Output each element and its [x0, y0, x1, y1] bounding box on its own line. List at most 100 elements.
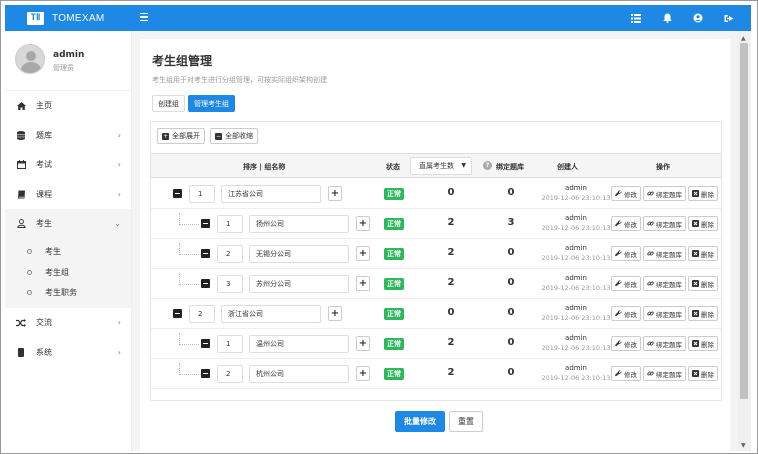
add-child-button[interactable]: + — [328, 186, 342, 201]
group-name-input[interactable]: 浙江省公司 — [221, 305, 321, 323]
add-child-button[interactable]: + — [356, 336, 370, 351]
help-icon[interactable]: ? — [483, 161, 492, 170]
delete-button[interactable]: 删除 — [688, 276, 718, 291]
creator-name: admin — [565, 364, 587, 372]
bind-bank-button[interactable]: 绑定题库 — [643, 216, 686, 231]
sort-input[interactable]: 2 — [217, 245, 243, 263]
list-icon[interactable] — [630, 12, 642, 24]
collapse-icon[interactable] — [201, 219, 210, 228]
group-name-input[interactable]: 杭州公司 — [249, 365, 349, 383]
edit-button[interactable]: 修改 — [611, 246, 641, 261]
edit-button[interactable]: 修改 — [611, 306, 641, 321]
sort-input[interactable]: 3 — [217, 275, 243, 293]
delete-button[interactable]: 删除 — [688, 246, 718, 261]
scroll-up-icon[interactable]: ▲ — [741, 35, 746, 42]
logout-icon[interactable] — [723, 12, 735, 24]
bind-bank-button[interactable]: 绑定题库 — [643, 186, 686, 201]
collapse-icon[interactable] — [201, 279, 210, 288]
scroll-thumb[interactable] — [740, 43, 748, 399]
sidebar-item-home[interactable]: 主页 — [5, 91, 131, 121]
collapse-icon[interactable] — [201, 339, 210, 348]
circle-icon — [27, 249, 32, 255]
examinee-count: 2 — [447, 217, 455, 228]
chevron-right-icon: › — [117, 160, 121, 169]
menu-toggle-icon[interactable] — [140, 11, 152, 23]
sidebar-item-communication[interactable]: 交流 › — [5, 308, 131, 338]
edit-button[interactable]: 修改 — [611, 276, 641, 291]
group-name-input[interactable]: 苏州分公司 — [249, 275, 349, 293]
close-square-icon — [692, 190, 699, 197]
avatar — [15, 44, 45, 74]
brand-name: TOMEXAM — [52, 12, 105, 24]
add-child-button[interactable]: + — [356, 276, 370, 291]
collapse-icon[interactable] — [201, 249, 210, 258]
expand-all-button[interactable]: + 全部展开 — [157, 128, 205, 144]
tab-manage-groups[interactable]: 管理考生组 — [188, 95, 235, 112]
submenu-item-examinee[interactable]: 考生 — [5, 242, 131, 263]
submenu-item-label: 考生 — [45, 247, 61, 257]
delete-button[interactable]: 删除 — [688, 336, 718, 351]
bind-bank-button[interactable]: 绑定题库 — [643, 366, 686, 381]
caret-down-icon: ▼ — [461, 162, 466, 169]
tab-create-group[interactable]: 创建组 — [152, 95, 185, 112]
sidebar-item-examinee[interactable]: 考生 ⌄ — [5, 209, 131, 239]
delete-button[interactable]: 删除 — [688, 306, 718, 321]
sort-input[interactable]: 2 — [189, 305, 215, 323]
sort-input[interactable]: 1 — [217, 335, 243, 353]
collapse-all-button[interactable]: − 全部收缩 — [210, 128, 258, 144]
group-name-input[interactable]: 江苏省公司 — [221, 185, 321, 203]
examinee-count: 2 — [447, 277, 455, 288]
sidebar-item-label: 考生 — [36, 219, 52, 229]
edit-button[interactable]: 修改 — [611, 336, 641, 351]
circle-icon — [27, 290, 32, 296]
sort-input[interactable]: 1 — [189, 185, 215, 203]
batch-edit-button[interactable]: 批量修改 — [395, 411, 445, 432]
user-icon — [16, 219, 26, 229]
reset-button[interactable]: 重置 — [449, 411, 483, 432]
bind-bank-button[interactable]: 绑定题库 — [643, 276, 686, 291]
add-child-button[interactable]: + — [356, 246, 370, 261]
creator-cell: admin 2019-12-06 23:10:13 — [536, 303, 616, 323]
table-header: 排序 | 组名称 状态 直属考生数 ▼ ? 绑定题库 创建人 操作 — [151, 153, 721, 178]
delete-button[interactable]: 删除 — [688, 366, 718, 381]
user-role: 管理员 — [53, 64, 74, 72]
collapse-icon[interactable] — [201, 369, 210, 378]
sidebar-item-system[interactable]: 系统 › — [5, 338, 131, 368]
group-name-input[interactable]: 扬州公司 — [249, 215, 349, 233]
edit-button[interactable]: 修改 — [611, 366, 641, 381]
minus-square-icon: − — [215, 132, 222, 140]
delete-button[interactable]: 删除 — [688, 216, 718, 231]
sidebar-item-course[interactable]: 课程 › — [5, 180, 131, 210]
bind-bank-button[interactable]: 绑定题库 — [643, 336, 686, 351]
submenu-item-examinee-group[interactable]: 考生组 — [5, 262, 131, 283]
link-icon — [647, 190, 654, 197]
main-scrollbar[interactable]: ▲ ▼ — [737, 31, 751, 451]
examinee-count: 0 — [447, 187, 455, 198]
add-child-button[interactable]: + — [328, 306, 342, 321]
add-child-button[interactable]: + — [356, 216, 370, 231]
edit-button[interactable]: 修改 — [611, 216, 641, 231]
user-circle-icon[interactable] — [692, 12, 704, 24]
collapse-icon[interactable] — [173, 189, 182, 198]
bell-icon[interactable] — [661, 12, 673, 24]
sort-input[interactable]: 2 — [217, 365, 243, 383]
sidebar-item-exam[interactable]: 考试 › — [5, 150, 131, 180]
sidebar-item-question-bank[interactable]: 题库 › — [5, 121, 131, 151]
sidebar-item-label: 交流 — [36, 318, 52, 328]
tree-connector — [179, 273, 199, 285]
created-time: 2019-12-06 23:10:13 — [541, 314, 611, 322]
add-child-button[interactable]: + — [356, 366, 370, 381]
form-actions: 批量修改 重置 — [395, 411, 483, 432]
delete-button[interactable]: 删除 — [688, 186, 718, 201]
sort-input[interactable]: 1 — [217, 215, 243, 233]
group-name-input[interactable]: 温州公司 — [249, 335, 349, 353]
count-type-select[interactable]: 直属考生数 ▼ — [410, 157, 472, 175]
submenu-item-examinee-position[interactable]: 考生职务 — [5, 283, 131, 304]
bind-bank-button[interactable]: 绑定题库 — [643, 246, 686, 261]
bind-bank-button[interactable]: 绑定题库 — [643, 306, 686, 321]
edit-button[interactable]: 修改 — [611, 186, 641, 201]
brand[interactable]: TⅡ TOMEXAM — [5, 5, 132, 31]
scroll-down-icon[interactable]: ▼ — [741, 442, 746, 449]
group-name-input[interactable]: 无锡分公司 — [249, 245, 349, 263]
collapse-icon[interactable] — [173, 309, 182, 318]
